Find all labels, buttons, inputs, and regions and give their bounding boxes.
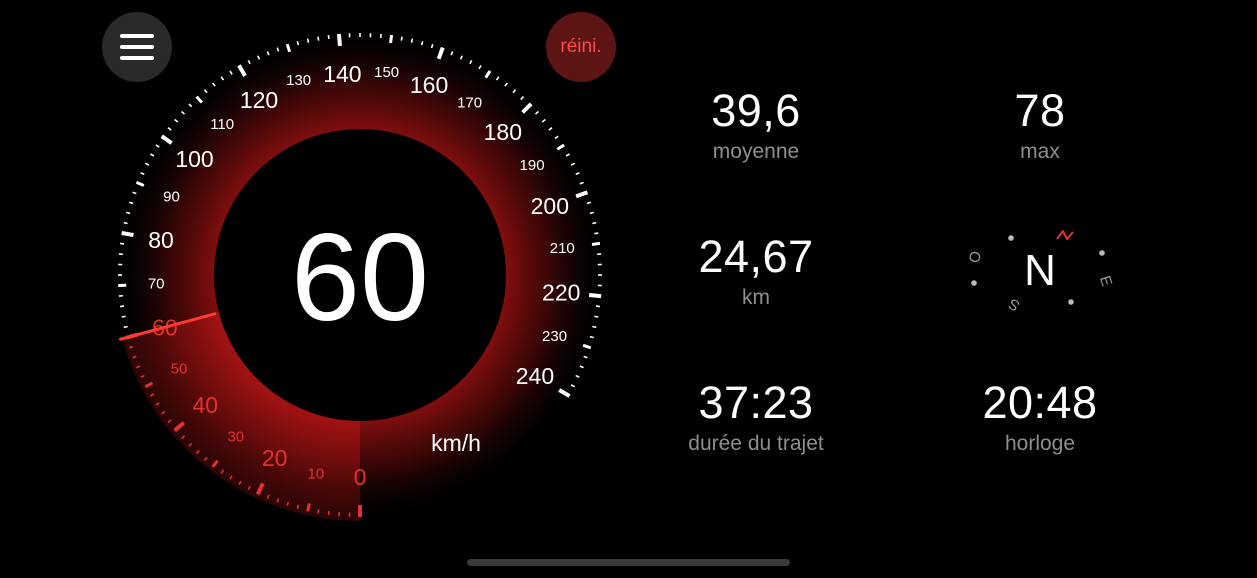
speed-label: 110 bbox=[210, 116, 234, 133]
trip-duration-label: durée du trajet bbox=[688, 432, 824, 455]
speed-label: 90 bbox=[163, 188, 180, 205]
speed-tick bbox=[591, 241, 601, 246]
speed-tick bbox=[296, 504, 300, 509]
speed-label: 240 bbox=[516, 363, 554, 389]
max-speed-value: 78 bbox=[1014, 85, 1066, 136]
speed-tick bbox=[420, 41, 424, 46]
max-speed-label: max bbox=[1020, 140, 1060, 163]
compass-west-label: O bbox=[966, 249, 986, 265]
trip-duration-stat: 37:23 durée du trajet bbox=[626, 380, 886, 456]
speed-label: 0 bbox=[354, 464, 367, 490]
compass-east-label: E bbox=[1096, 274, 1115, 289]
speed-tick bbox=[589, 211, 594, 215]
compass-heading: N bbox=[1024, 246, 1056, 295]
speed-tick bbox=[317, 509, 320, 514]
speed-label: 220 bbox=[542, 280, 580, 306]
speed-tick bbox=[123, 325, 128, 329]
speed-tick bbox=[589, 335, 594, 339]
home-indicator[interactable] bbox=[467, 559, 790, 566]
speed-tick bbox=[317, 36, 320, 41]
speedometer-gauge: 0 20 40 60 80 100 120 140 160 180 200 220 240 10 30 50 7… bbox=[112, 27, 608, 523]
speed-tick bbox=[592, 221, 597, 225]
speed-tick bbox=[336, 33, 342, 47]
compass-north-marker-icon bbox=[1056, 230, 1074, 240]
speed-label: 100 bbox=[175, 146, 213, 172]
speed-tick bbox=[306, 38, 310, 43]
speed-label: 190 bbox=[520, 157, 545, 174]
reset-button[interactable]: réini. bbox=[546, 12, 616, 82]
compass: N O E S bbox=[966, 230, 1115, 315]
speed-tick bbox=[594, 315, 599, 318]
hamburger-menu-icon bbox=[120, 34, 154, 60]
distance-label: km bbox=[742, 286, 770, 309]
speed-label: 130 bbox=[286, 72, 311, 89]
speed-tick bbox=[594, 232, 599, 235]
speed-label: 140 bbox=[323, 61, 361, 87]
compass-dot bbox=[1099, 250, 1105, 256]
speed-label: 210 bbox=[550, 240, 575, 257]
compass-south-label: S bbox=[1006, 295, 1023, 315]
speed-tick bbox=[119, 305, 125, 308]
average-speed-value: 39,6 bbox=[711, 85, 801, 136]
clock-stat: 20:48 horloge bbox=[910, 380, 1170, 456]
speed-label: 10 bbox=[308, 466, 325, 483]
speed-tick bbox=[400, 36, 403, 41]
speed-label: 20 bbox=[262, 445, 288, 471]
speed-tick bbox=[327, 34, 330, 40]
speed-tick bbox=[588, 293, 602, 299]
distance-value: 24,67 bbox=[698, 231, 814, 282]
speed-label: 180 bbox=[484, 119, 522, 145]
speed-tick bbox=[410, 38, 414, 43]
speed-label: 150 bbox=[374, 64, 399, 81]
speed-tick bbox=[119, 242, 125, 245]
speed-label: 30 bbox=[227, 428, 244, 445]
speed-label: 40 bbox=[192, 392, 218, 418]
speed-label: 170 bbox=[457, 94, 482, 111]
speed-label: 70 bbox=[148, 275, 165, 292]
current-speed: 60 bbox=[291, 209, 429, 347]
clock-label: horloge bbox=[1004, 432, 1076, 455]
distance-stat: 24,67 km bbox=[626, 234, 886, 310]
speed-tick bbox=[296, 41, 300, 46]
average-speed-stat: 39,6 moyenne bbox=[626, 88, 886, 164]
menu-button[interactable] bbox=[102, 12, 172, 82]
speed-tick bbox=[389, 34, 394, 44]
speed-tick bbox=[306, 503, 311, 512]
speed-tick bbox=[592, 325, 597, 329]
speed-tick bbox=[123, 221, 128, 225]
speed-label: 80 bbox=[148, 227, 174, 253]
speed-tick bbox=[126, 211, 131, 215]
speed-tick bbox=[595, 305, 601, 308]
compass-dot bbox=[971, 280, 977, 286]
speed-tick bbox=[121, 315, 126, 318]
speed-tick bbox=[327, 510, 330, 516]
compass-dot bbox=[1008, 235, 1014, 241]
max-speed-stat: 78 max bbox=[910, 88, 1170, 164]
compass-dot bbox=[1068, 299, 1074, 305]
speed-tick bbox=[121, 231, 134, 238]
speed-label: 230 bbox=[542, 328, 567, 345]
speed-label: 160 bbox=[410, 72, 448, 98]
average-speed-label: moyenne bbox=[712, 140, 800, 163]
speed-label: 200 bbox=[531, 193, 569, 219]
speed-label: 120 bbox=[240, 87, 278, 113]
trip-duration-value: 37:23 bbox=[698, 377, 814, 428]
clock-value: 20:48 bbox=[982, 377, 1098, 428]
speed-unit: km/h bbox=[431, 430, 481, 456]
speed-label: 50 bbox=[171, 361, 188, 378]
